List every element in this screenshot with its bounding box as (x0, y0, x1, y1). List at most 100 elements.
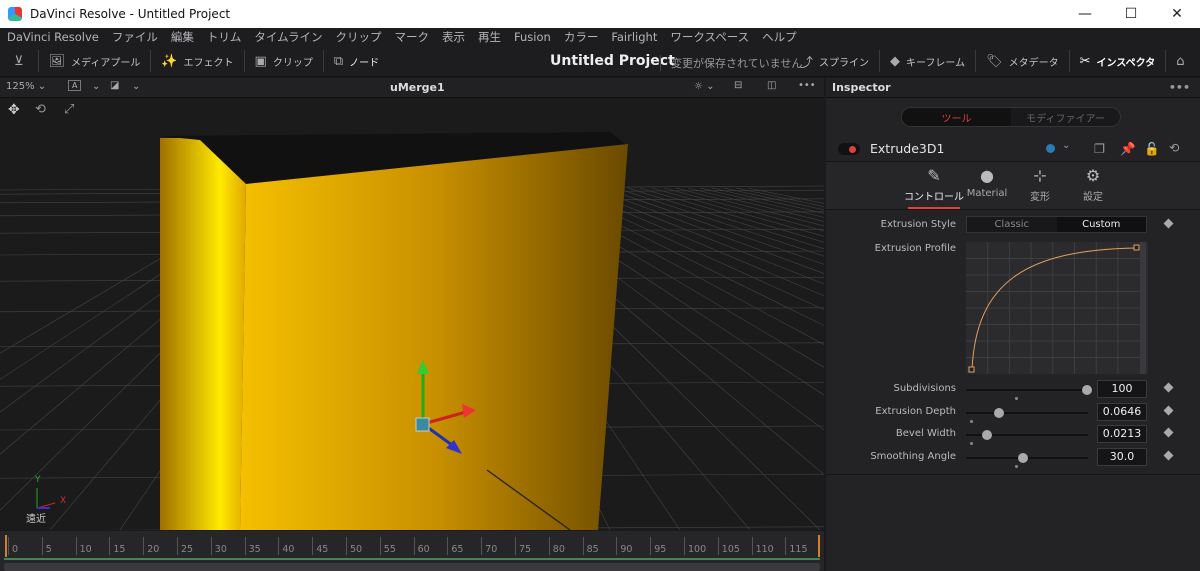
param-slider[interactable] (966, 385, 1092, 400)
menu-item[interactable]: マーク (395, 29, 430, 45)
timeline-scrollbar[interactable] (4, 563, 820, 571)
menu-item[interactable]: 編集 (171, 29, 194, 45)
playhead[interactable] (5, 535, 7, 557)
close-button[interactable]: ✕ (1154, 0, 1200, 28)
inspector-tabs: ✎ コントロール ● Material ⊹ 変形 ⚙ 設定 (826, 162, 1200, 210)
tab-2[interactable]: ⊹ 変形 (1010, 166, 1070, 203)
node-header: Extrude3D1 ⌄ ❐ 📌 🔓 ⟲ (826, 136, 1200, 162)
keyframe-icon[interactable] (1163, 405, 1174, 415)
lighting-icon[interactable]: ☼ ⌄ (694, 81, 715, 92)
slider-thumb[interactable] (1081, 385, 1092, 395)
curve-point[interactable] (968, 366, 975, 373)
menu-bar: DaVinci Resolve ファイル 編集 トリム タイムライン クリップ マーク 表示再… (0, 28, 1200, 46)
more-options-icon[interactable]: ••• (798, 80, 816, 91)
minimize-button[interactable]: — (1062, 0, 1108, 28)
keyframe-icon[interactable] (1163, 382, 1174, 393)
param-slider[interactable] (966, 452, 1088, 468)
keyframe-icon[interactable] (1163, 427, 1174, 438)
keyframe-icon[interactable] (1163, 450, 1174, 460)
chevron-down-icon[interactable]: ⌄ (132, 81, 140, 92)
split-view-icon[interactable]: ◫ (767, 80, 776, 91)
zoom-value: 125% (6, 81, 35, 92)
menu-item[interactable]: ヘルプ (762, 29, 797, 45)
default-marker (1014, 464, 1018, 468)
layout-icon[interactable]: ⊟ (734, 80, 742, 91)
rotate-tool-icon[interactable]: ⟲ (35, 102, 46, 117)
ruler-tick: 115 (785, 537, 808, 555)
menu-item[interactable]: カラー (564, 29, 599, 45)
lock-icon[interactable]: 🔓 (1144, 141, 1160, 157)
extrusion-profile-curve-editor[interactable] (966, 242, 1148, 374)
extruded-shape-front (240, 144, 628, 530)
param-value-input[interactable]: 30.0 (1097, 447, 1147, 466)
param-value-input[interactable]: 100 (1097, 380, 1147, 398)
channel-button[interactable]: A (68, 80, 82, 91)
chevron-down-icon[interactable]: ⌄ (1062, 140, 1070, 151)
title-bar: DaVinci Resolve - Untitled Project — ☐ ✕ (0, 0, 1200, 28)
pin-icon[interactable]: 📌 (1120, 141, 1136, 157)
view-type-label: 遠近 (26, 512, 46, 525)
curve-point[interactable] (1133, 244, 1140, 251)
ruler-tick: 20 (143, 537, 159, 555)
menu-item[interactable]: 再生 (478, 29, 501, 45)
modifiers-tab[interactable]: モディファイアー (1011, 108, 1120, 126)
param-value-input[interactable]: 0.0213 (1097, 425, 1147, 443)
ruler-tick: 5 (41, 537, 52, 555)
slider-thumb[interactable] (981, 430, 992, 440)
param-slider[interactable] (966, 430, 1088, 445)
param-value-input[interactable]: 0.0646 (1097, 402, 1147, 421)
custom-option[interactable]: Custom (1056, 217, 1146, 232)
menu-item[interactable]: Fairlight (611, 30, 657, 44)
nodes-button[interactable]: ⧉ ノード (324, 50, 389, 72)
zoom-dropdown[interactable]: 125% ⌄ (6, 81, 46, 92)
node-color-picker[interactable] (1046, 144, 1055, 153)
menu-item[interactable]: タイムライン (254, 29, 322, 45)
dropdown-icon: ⊻ (14, 53, 24, 69)
move-tool-icon[interactable]: ✥ (8, 102, 20, 118)
keyframe-icon[interactable] (1163, 218, 1174, 229)
timeline-ruler[interactable]: 0 5 10 15 20 25 30 35 40 45 50 55 60 65 70 75 80 85 90 95 10… (0, 531, 824, 571)
end-marker[interactable] (818, 535, 820, 557)
node-enable-toggle[interactable] (838, 142, 860, 155)
extrusion-profile-label: Extrusion Profile (874, 243, 956, 254)
menu-item[interactable]: ファイル (112, 29, 158, 45)
ruler-tick: 30 (210, 537, 227, 555)
menu-item[interactable]: DaVinci Resolve (7, 30, 99, 44)
scale-tool-icon[interactable]: ⤢ (64, 102, 74, 117)
keyframes-button[interactable]: ◆ キーフレーム (880, 50, 977, 72)
extrusion-style-label: Extrusion Style (880, 219, 956, 230)
slider-thumb[interactable] (993, 407, 1004, 418)
controls-icon: ✎ (927, 166, 941, 185)
clips-button[interactable]: ▣ クリップ (245, 50, 324, 72)
menu-item[interactable]: Fusion (514, 30, 551, 44)
app-logo-icon (8, 7, 22, 21)
tab-0[interactable]: ✎ コントロール (904, 166, 964, 209)
slider-thumb[interactable] (1018, 452, 1029, 463)
tab-3[interactable]: ⚙ 設定 (1063, 166, 1123, 203)
more-options-icon[interactable]: ••• (1169, 81, 1190, 94)
panel-toggle-button[interactable]: ⊻ (0, 50, 39, 72)
reset-icon[interactable]: ⟲ (1169, 140, 1179, 155)
presentation-button[interactable]: ⌂ (1166, 50, 1194, 72)
inspector-button[interactable]: ✂ インスペクタ (1070, 50, 1167, 72)
classic-option[interactable]: Classic (967, 217, 1057, 232)
menu-item[interactable]: 表示 (442, 29, 465, 45)
spline-label: スプライン (819, 57, 870, 69)
3d-viewer[interactable]: Y X 遠近 ✥ ⟲ ⤢ (0, 98, 824, 530)
spline-button[interactable]: ⤴ スプライン (790, 50, 881, 72)
versions-icon[interactable]: ❐ (1094, 141, 1105, 156)
chevron-down-icon[interactable]: ⌄ (92, 81, 100, 92)
nodes-icon: ⧉ (333, 53, 344, 69)
maximize-button[interactable]: ☐ (1108, 0, 1154, 28)
menu-item[interactable]: クリップ (336, 29, 382, 45)
effects-button[interactable]: ✨ エフェクト (151, 50, 245, 72)
tab-1[interactable]: ● Material (957, 166, 1017, 199)
tools-tab[interactable]: ツール (902, 108, 1011, 126)
view-mode-icon[interactable]: ◪ (110, 80, 119, 91)
menu-item[interactable]: トリム (207, 29, 242, 45)
param-slider[interactable] (966, 407, 1088, 423)
media-pool-button[interactable]: 🖼 メディアプール (39, 50, 152, 72)
metadata-button[interactable]: 🏷 メタデータ (976, 50, 1070, 72)
menu-item[interactable]: ワークスペース (670, 29, 749, 45)
tab-label: 設定 (1083, 192, 1103, 203)
